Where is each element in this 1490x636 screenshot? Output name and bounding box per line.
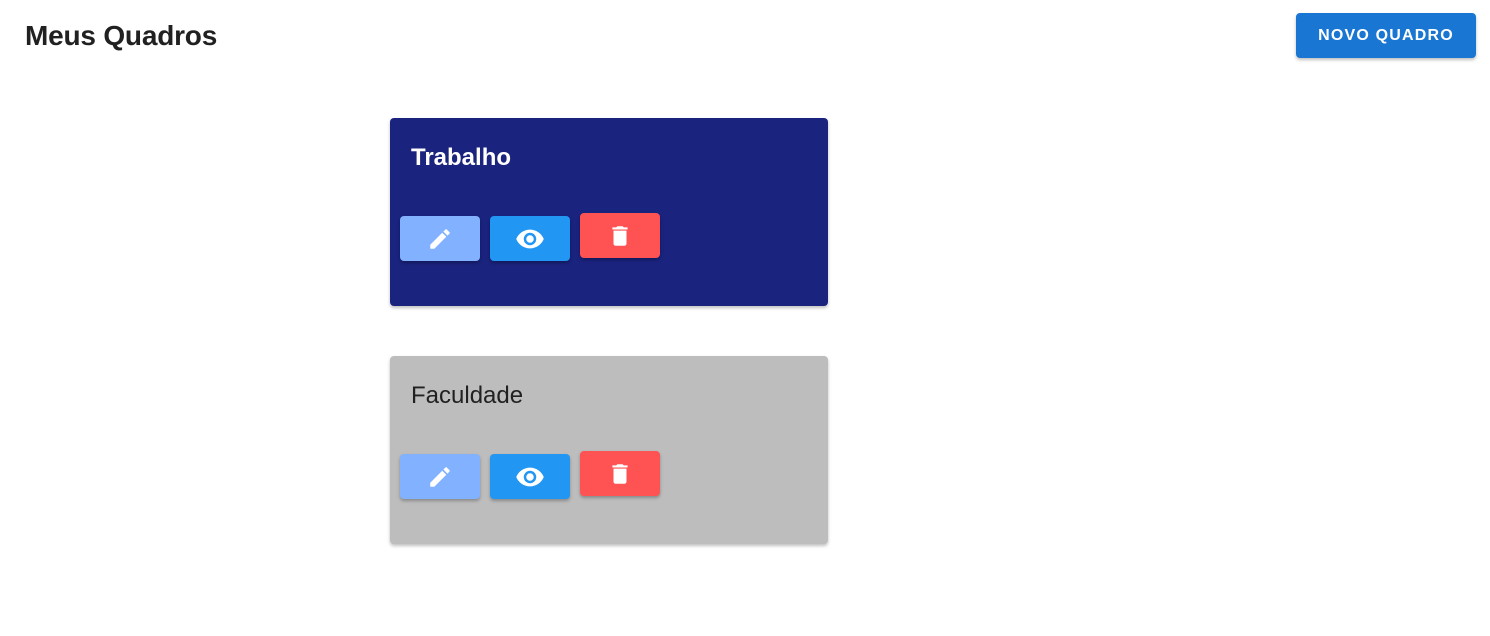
view-board-button[interactable] (490, 216, 570, 261)
edit-board-button[interactable] (400, 454, 480, 499)
board-card: Trabalho (390, 118, 828, 306)
page-title: Meus Quadros (25, 20, 218, 51)
view-board-button[interactable] (490, 454, 570, 499)
trash-icon (612, 225, 628, 246)
pencil-icon (430, 466, 450, 487)
board-card: Faculdade (390, 356, 828, 544)
edit-board-button[interactable] (400, 216, 480, 261)
delete-board-button[interactable] (580, 451, 660, 496)
trash-icon (612, 463, 628, 484)
board-actions (400, 213, 670, 261)
eye-icon (516, 229, 544, 248)
board-title: Faculdade (411, 382, 524, 409)
pencil-icon (430, 228, 450, 249)
board-title: Trabalho (411, 144, 512, 171)
board-actions (400, 451, 670, 499)
eye-icon (516, 467, 544, 486)
new-board-button[interactable]: NOVO QUADRO (1296, 13, 1476, 58)
delete-board-button[interactable] (580, 213, 660, 258)
